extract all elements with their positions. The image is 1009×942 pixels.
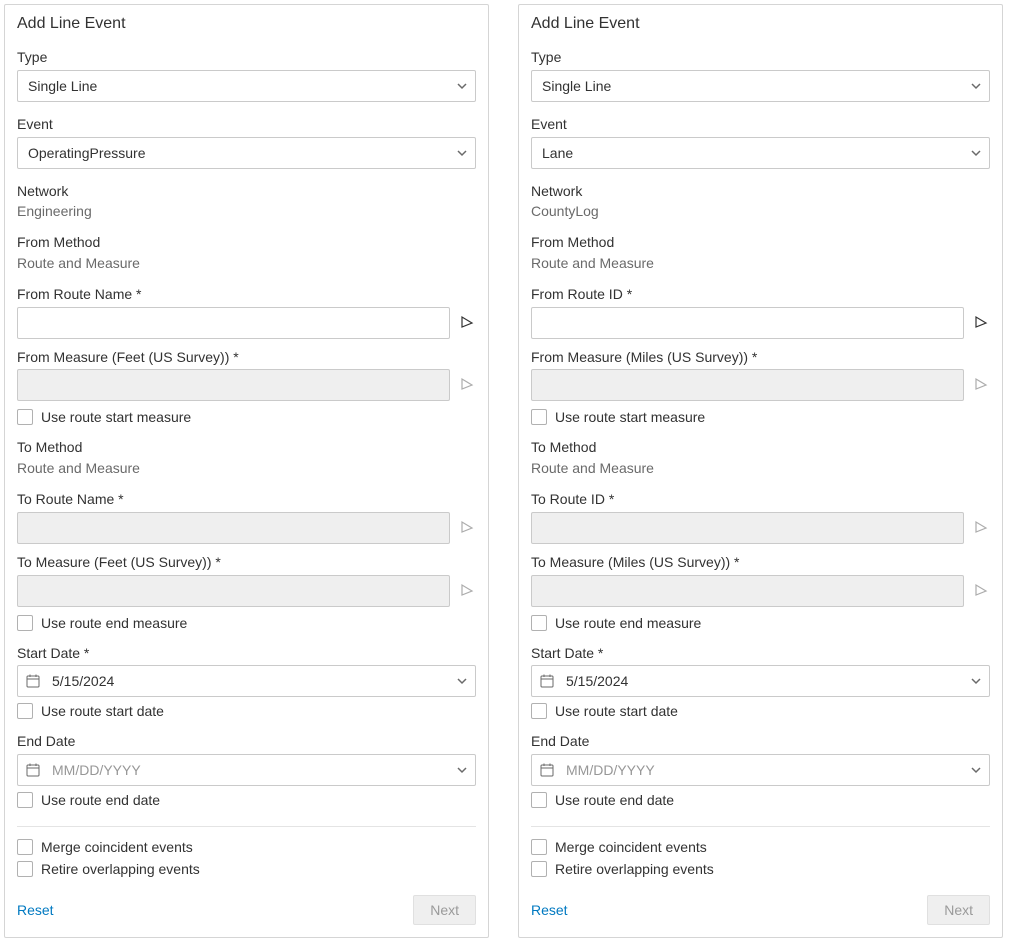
- retire-overlapping-label: Retire overlapping events: [555, 862, 714, 876]
- from-route-label: From Route Name *: [17, 286, 476, 303]
- start-date-value: 5/15/2024: [566, 673, 628, 689]
- map-picker-icon[interactable]: [972, 314, 990, 332]
- merge-coincident-label: Merge coincident events: [41, 840, 193, 854]
- network-value: CountyLog: [531, 203, 990, 220]
- retire-overlapping-checkbox[interactable]: [17, 861, 33, 877]
- map-picker-icon[interactable]: [458, 314, 476, 332]
- type-label: Type: [531, 49, 990, 66]
- next-button: Next: [927, 895, 990, 925]
- event-value: Lane: [542, 145, 573, 161]
- calendar-icon: [539, 762, 555, 778]
- use-route-start-date-label: Use route start date: [555, 704, 678, 718]
- end-date-picker[interactable]: MM/DD/YYYY: [17, 754, 476, 786]
- use-route-start-measure-checkbox[interactable]: [17, 409, 33, 425]
- next-button: Next: [413, 895, 476, 925]
- event-select[interactable]: OperatingPressure: [17, 137, 476, 169]
- to-route-input: [531, 512, 964, 544]
- type-value: Single Line: [542, 78, 611, 94]
- type-label: Type: [17, 49, 476, 66]
- end-date-label: End Date: [17, 733, 476, 750]
- start-date-picker[interactable]: 5/15/2024: [531, 665, 990, 697]
- type-value: Single Line: [28, 78, 97, 94]
- event-label: Event: [531, 116, 990, 133]
- merge-coincident-checkbox[interactable]: [17, 839, 33, 855]
- network-label: Network: [17, 183, 476, 200]
- use-route-end-date-checkbox[interactable]: [531, 792, 547, 808]
- event-select[interactable]: Lane: [531, 137, 990, 169]
- to-method-value: Route and Measure: [17, 460, 476, 477]
- use-route-start-date-label: Use route start date: [41, 704, 164, 718]
- to-method-value: Route and Measure: [531, 460, 990, 477]
- panel-title: Add Line Event: [531, 15, 990, 33]
- event-value: OperatingPressure: [28, 145, 146, 161]
- start-date-value: 5/15/2024: [52, 673, 114, 689]
- add-line-event-panel-right: Add Line Event Type Single Line Event La…: [518, 4, 1003, 938]
- retire-overlapping-label: Retire overlapping events: [41, 862, 200, 876]
- end-date-placeholder: MM/DD/YYYY: [566, 762, 655, 778]
- use-route-start-measure-checkbox[interactable]: [531, 409, 547, 425]
- add-line-event-panel-left: Add Line Event Type Single Line Event Op…: [4, 4, 489, 938]
- to-method-label: To Method: [531, 439, 990, 456]
- to-route-label: To Route Name *: [17, 491, 476, 508]
- from-measure-label: From Measure (Feet (US Survey)) *: [17, 349, 476, 366]
- reset-link[interactable]: Reset: [17, 902, 54, 918]
- use-route-end-date-checkbox[interactable]: [17, 792, 33, 808]
- to-measure-label: To Measure (Feet (US Survey)) *: [17, 554, 476, 571]
- map-picker-icon: [458, 519, 476, 537]
- start-date-label: Start Date *: [17, 645, 476, 662]
- map-picker-icon: [972, 582, 990, 600]
- from-measure-input: [531, 369, 964, 401]
- calendar-icon: [25, 762, 41, 778]
- end-date-label: End Date: [531, 733, 990, 750]
- to-route-input: [17, 512, 450, 544]
- type-select[interactable]: Single Line: [17, 70, 476, 102]
- use-route-start-date-checkbox[interactable]: [531, 703, 547, 719]
- type-select[interactable]: Single Line: [531, 70, 990, 102]
- to-measure-input: [17, 575, 450, 607]
- use-route-end-measure-label: Use route end measure: [555, 616, 701, 630]
- from-method-value: Route and Measure: [17, 255, 476, 272]
- map-picker-icon: [458, 376, 476, 394]
- use-route-end-measure-checkbox[interactable]: [531, 615, 547, 631]
- use-route-start-measure-label: Use route start measure: [41, 410, 191, 424]
- from-method-label: From Method: [531, 234, 990, 251]
- from-method-value: Route and Measure: [531, 255, 990, 272]
- map-picker-icon: [972, 376, 990, 394]
- map-picker-icon: [972, 519, 990, 537]
- map-picker-icon: [458, 582, 476, 600]
- network-value: Engineering: [17, 203, 476, 220]
- event-label: Event: [17, 116, 476, 133]
- panel-title: Add Line Event: [17, 15, 476, 33]
- merge-coincident-label: Merge coincident events: [555, 840, 707, 854]
- start-date-label: Start Date *: [531, 645, 990, 662]
- from-route-input[interactable]: [531, 307, 964, 339]
- calendar-icon: [25, 673, 41, 689]
- end-date-placeholder: MM/DD/YYYY: [52, 762, 141, 778]
- use-route-end-measure-checkbox[interactable]: [17, 615, 33, 631]
- merge-coincident-checkbox[interactable]: [531, 839, 547, 855]
- to-route-label: To Route ID *: [531, 491, 990, 508]
- to-measure-input: [531, 575, 964, 607]
- reset-link[interactable]: Reset: [531, 902, 568, 918]
- from-method-label: From Method: [17, 234, 476, 251]
- use-route-start-date-checkbox[interactable]: [17, 703, 33, 719]
- divider: [17, 826, 476, 827]
- end-date-picker[interactable]: MM/DD/YYYY: [531, 754, 990, 786]
- divider: [531, 826, 990, 827]
- from-measure-input: [17, 369, 450, 401]
- from-route-input[interactable]: [17, 307, 450, 339]
- network-label: Network: [531, 183, 990, 200]
- from-measure-label: From Measure (Miles (US Survey)) *: [531, 349, 990, 366]
- use-route-end-date-label: Use route end date: [41, 793, 160, 807]
- use-route-end-date-label: Use route end date: [555, 793, 674, 807]
- use-route-start-measure-label: Use route start measure: [555, 410, 705, 424]
- from-route-label: From Route ID *: [531, 286, 990, 303]
- to-measure-label: To Measure (Miles (US Survey)) *: [531, 554, 990, 571]
- start-date-picker[interactable]: 5/15/2024: [17, 665, 476, 697]
- calendar-icon: [539, 673, 555, 689]
- retire-overlapping-checkbox[interactable]: [531, 861, 547, 877]
- use-route-end-measure-label: Use route end measure: [41, 616, 187, 630]
- to-method-label: To Method: [17, 439, 476, 456]
